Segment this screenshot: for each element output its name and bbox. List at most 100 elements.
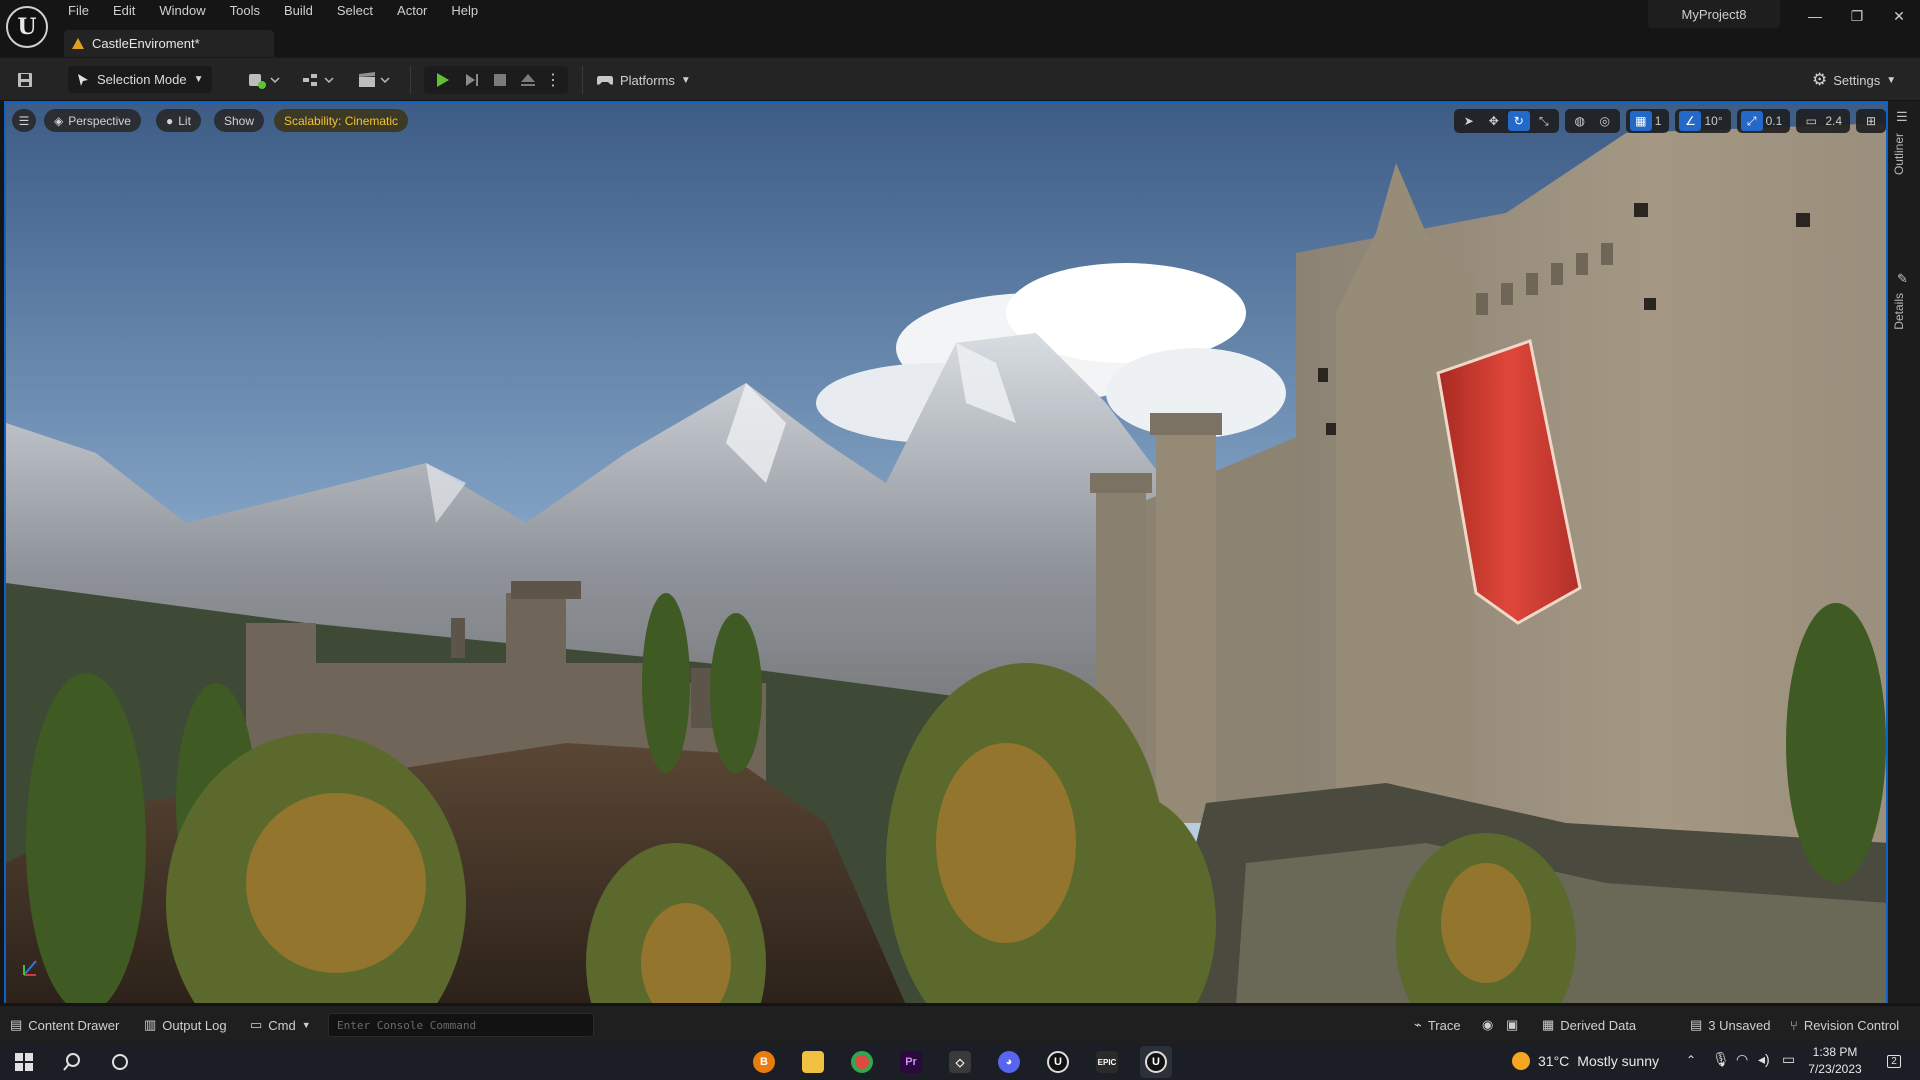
content-drawer-button[interactable]: ▤ Content Drawer [10, 1015, 119, 1035]
outliner-tab[interactable]: Outliner [1892, 133, 1906, 175]
weather-widget[interactable]: 31°C Mostly sunny [1512, 1052, 1659, 1070]
menu-window[interactable]: Window [147, 0, 217, 24]
scalability-badge[interactable]: Scalability: Cinematic [274, 109, 409, 132]
discord-icon[interactable]: ◕ [993, 1046, 1025, 1078]
camera-icon[interactable]: ▭ [1800, 111, 1822, 131]
play-icon[interactable] [430, 68, 454, 92]
terminal-icon: ▭ [250, 1017, 263, 1032]
premiere-pro-icon[interactable]: Pr [895, 1046, 927, 1078]
chevron-down-icon: ▼ [301, 1020, 311, 1030]
perspective-button[interactable]: ◈ Perspective [44, 109, 141, 132]
camera-speed-value[interactable]: 2.4 [1825, 114, 1846, 128]
menu-actor[interactable]: Actor [385, 0, 439, 24]
unreal-engine-icon[interactable]: U [1042, 1046, 1074, 1078]
coord-tools: ◍ ◎ [1564, 109, 1620, 133]
volume-icon[interactable]: ◂) [1758, 1051, 1770, 1068]
screenshot-icon[interactable]: ▣ [1506, 1015, 1518, 1035]
more-options-icon[interactable]: ⋮ [544, 68, 562, 92]
unity-icon[interactable]: ◇ [944, 1046, 976, 1078]
viewport-options-icon[interactable]: ☰ [12, 109, 36, 132]
level-tab[interactable]: CastleEnviroment* [64, 30, 274, 57]
show-button[interactable]: Show [214, 109, 265, 132]
perspective-label: Perspective [68, 113, 131, 128]
stop-icon[interactable] [488, 68, 512, 92]
menu-edit[interactable]: Edit [101, 0, 147, 24]
wifi-icon[interactable]: ◠ [1736, 1051, 1748, 1068]
selection-mode-label: Selection Mode [97, 72, 187, 87]
menu-tools[interactable]: Tools [218, 0, 272, 24]
file-explorer-icon[interactable] [797, 1046, 829, 1078]
console-command-input[interactable]: Enter Console Command [328, 1013, 594, 1037]
revision-control-button[interactable]: ⑂ Revision Control [1790, 1015, 1899, 1035]
scale-snap: ⤢ 0.1 [1736, 109, 1791, 133]
chrome-icon[interactable] [846, 1046, 878, 1078]
output-log-button[interactable]: ▥ Output Log [144, 1015, 227, 1035]
menu-build[interactable]: Build [272, 0, 325, 24]
save-icon[interactable] [14, 68, 36, 92]
scale-icon[interactable]: ⤡ [1533, 111, 1555, 131]
restore-button[interactable]: ❐ [1840, 4, 1874, 28]
settings-dropdown[interactable]: ⚙ Settings ▼ [1812, 66, 1896, 94]
add-actor-icon[interactable] [244, 68, 284, 92]
viewport-layout-icon[interactable]: ⊞ [1860, 111, 1882, 131]
unsaved-label: 3 Unsaved [1708, 1017, 1771, 1033]
database-icon: ▦ [1542, 1017, 1555, 1032]
project-name[interactable]: MyProject8 [1648, 0, 1780, 28]
move-icon[interactable]: ✥ [1483, 111, 1505, 131]
epic-games-icon[interactable]: EPIC [1091, 1046, 1123, 1078]
minimize-button[interactable]: — [1798, 4, 1832, 28]
search-icon[interactable] [56, 1046, 88, 1078]
menu-file[interactable]: File [56, 0, 101, 24]
level-tab-label: CastleEnviroment* [92, 36, 200, 51]
notification-count: 2 [1887, 1054, 1901, 1068]
level-viewport[interactable]: ☰ ◈ Perspective ● Lit Show Scalability: … [4, 101, 1888, 1003]
close-button[interactable]: ✕ [1882, 4, 1916, 28]
main-toolbar: Selection Mode ▼ ⋮ Platforms ▼ ⚙ Setting… [0, 57, 1920, 100]
record-icon[interactable]: ◉ [1482, 1015, 1493, 1035]
layout-group: ⊞ [1856, 109, 1886, 133]
world-local-icon[interactable]: ◍ [1569, 111, 1591, 131]
surface-snap-icon[interactable]: ◎ [1594, 111, 1616, 131]
grid-snap-value[interactable]: 1 [1655, 114, 1666, 128]
system-clock[interactable]: 1:38 PM 7/23/2023 [1800, 1044, 1870, 1078]
cortana-icon[interactable] [104, 1046, 136, 1078]
scale-snap-icon[interactable]: ⤢ [1740, 111, 1763, 131]
select-icon[interactable]: ➤ [1458, 111, 1480, 131]
unsaved-icon: ▤ [1690, 1017, 1703, 1032]
unreal-logo-icon[interactable]: U [6, 6, 48, 48]
windows-start-icon[interactable] [8, 1046, 40, 1078]
rotation-snap-value[interactable]: 10° [1704, 114, 1726, 128]
trace-button[interactable]: ⌁ Trace [1414, 1015, 1461, 1035]
cursor-icon [78, 73, 88, 86]
unsaved-button[interactable]: ▤ 3 Unsaved [1690, 1015, 1770, 1035]
step-icon[interactable] [460, 68, 484, 92]
tray-expand-icon[interactable]: ⌃ [1686, 1053, 1696, 1067]
scene-render [6, 103, 1886, 1003]
platforms-dropdown[interactable]: Platforms ▼ [596, 66, 691, 94]
cmd-dropdown[interactable]: ▭ Cmd ▼ [250, 1015, 311, 1035]
scalability-label: Scalability: Cinematic [284, 113, 399, 128]
grid-snap-icon[interactable]: ▦ [1629, 111, 1652, 131]
details-icon[interactable]: ✎ [1897, 271, 1908, 287]
unreal-editor-icon[interactable]: U [1140, 1046, 1172, 1078]
scale-snap-value[interactable]: 0.1 [1766, 114, 1787, 128]
notification-icon[interactable]: 2 [1880, 1049, 1908, 1073]
rotate-icon[interactable]: ↻ [1507, 111, 1530, 131]
details-tab[interactable]: Details [1892, 293, 1906, 330]
angle-snap-icon[interactable]: ∠ [1679, 111, 1702, 131]
eject-icon[interactable] [516, 68, 540, 92]
cinematics-icon[interactable] [354, 68, 394, 92]
blender-icon[interactable]: B [748, 1046, 780, 1078]
platforms-label: Platforms [620, 72, 675, 88]
selection-mode-dropdown[interactable]: Selection Mode ▼ [68, 66, 212, 93]
blueprint-icon[interactable] [298, 68, 338, 92]
output-log-label: Output Log [162, 1017, 227, 1033]
view-mode-button[interactable]: ● Lit [156, 109, 201, 132]
side-panel-strip: ☰ Outliner ✎ Details [1888, 101, 1920, 1003]
menu-help[interactable]: Help [439, 0, 490, 24]
microphone-icon[interactable]: 🎙 [1712, 1051, 1730, 1068]
battery-icon[interactable]: ▭ [1782, 1051, 1795, 1068]
derived-data-button[interactable]: ▦ Derived Data [1542, 1015, 1636, 1035]
outliner-icon[interactable]: ☰ [1896, 109, 1908, 125]
menu-select[interactable]: Select [325, 0, 385, 24]
